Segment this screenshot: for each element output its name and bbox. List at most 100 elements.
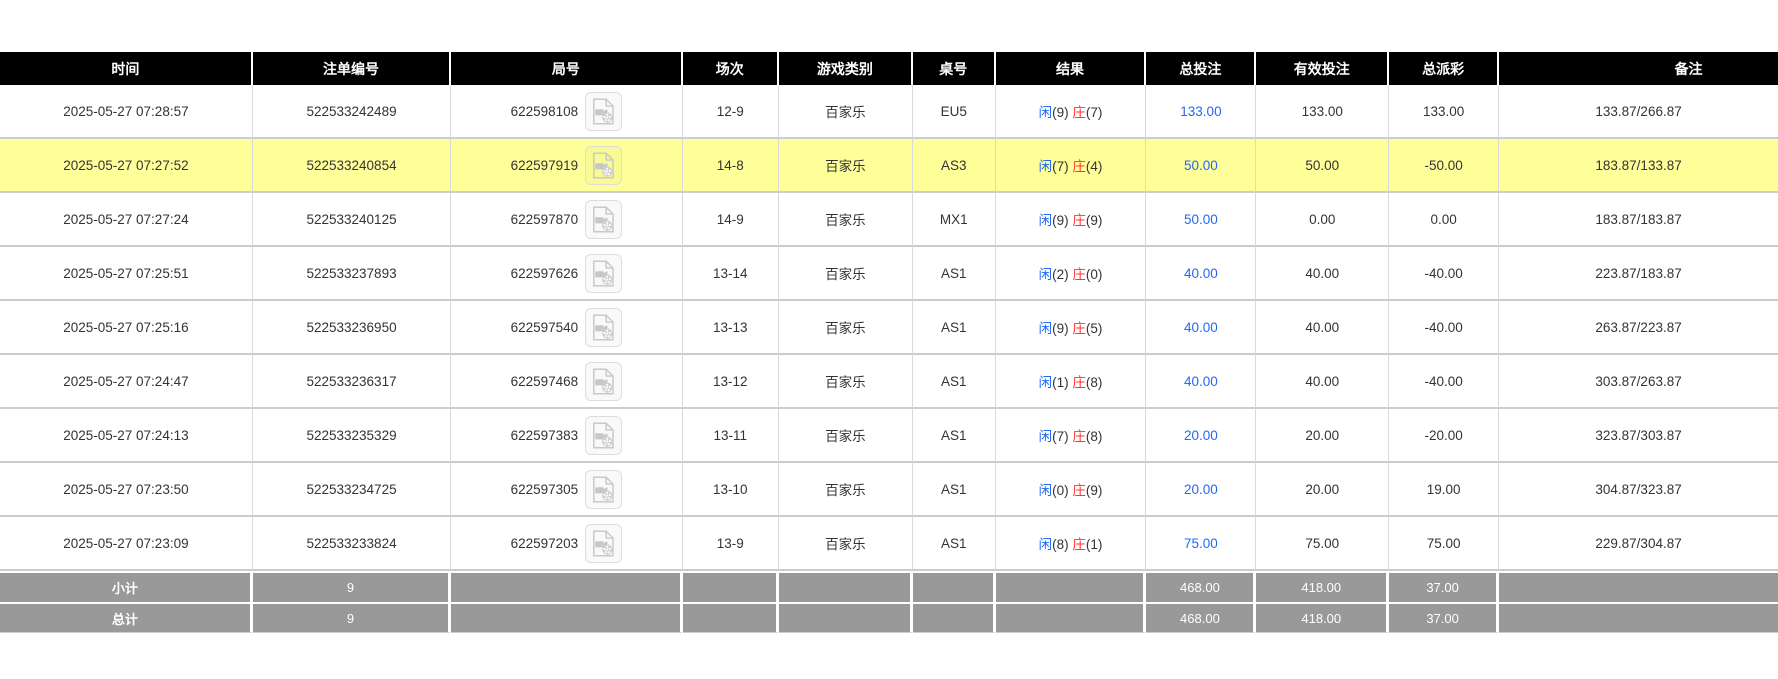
cell-round: 622597919 bbox=[451, 139, 682, 193]
cell-result: 闲(2) 庄(0) bbox=[996, 247, 1147, 301]
player-result-label: 闲 bbox=[1039, 159, 1053, 174]
cell-remark: 183.87/183.87 bbox=[1499, 193, 1778, 247]
cell-valid-bet: 133.00 bbox=[1256, 85, 1389, 139]
round-number: 622597540 bbox=[511, 320, 579, 335]
video-replay-button[interactable] bbox=[585, 524, 622, 563]
banker-result-label: 庄 bbox=[1072, 375, 1086, 390]
banker-result-label: 庄 bbox=[1072, 213, 1086, 228]
cell-payout: 0.00 bbox=[1389, 193, 1499, 247]
total-bet-link[interactable]: 20.00 bbox=[1184, 482, 1218, 497]
summary-count: 9 bbox=[253, 602, 451, 633]
summary-empty-game-type bbox=[779, 571, 913, 602]
table-row: 2025-05-27 07:27:52522533240854622597919… bbox=[0, 139, 1778, 193]
cell-result: 闲(9) 庄(7) bbox=[996, 85, 1147, 139]
cell-payout: -20.00 bbox=[1389, 409, 1499, 463]
table-row: 2025-05-27 07:25:51522533237893622597626… bbox=[0, 247, 1778, 301]
total-bet-link[interactable]: 50.00 bbox=[1184, 212, 1218, 227]
total-bet-link[interactable]: 40.00 bbox=[1184, 374, 1218, 389]
cell-round: 622597626 bbox=[451, 247, 682, 301]
round-number: 622597305 bbox=[511, 482, 579, 497]
video-replay-icon bbox=[591, 476, 616, 503]
video-replay-button[interactable] bbox=[585, 254, 622, 293]
video-replay-icon bbox=[591, 206, 616, 233]
summary-payout: 37.00 bbox=[1389, 571, 1499, 602]
player-result-score: (9) bbox=[1052, 213, 1069, 228]
video-replay-button[interactable] bbox=[585, 200, 622, 239]
player-result-label: 闲 bbox=[1039, 213, 1053, 228]
subtotal-row: 小计9468.00418.0037.00 bbox=[0, 571, 1778, 602]
col-header-table-no: 桌号 bbox=[913, 52, 996, 85]
video-replay-button[interactable] bbox=[585, 146, 622, 185]
video-replay-icon bbox=[591, 314, 616, 341]
cell-session: 13-9 bbox=[683, 517, 779, 571]
cell-game-type: 百家乐 bbox=[779, 301, 913, 355]
cell-bet-id: 522533236317 bbox=[253, 355, 451, 409]
cell-total-bet: 40.00 bbox=[1146, 355, 1256, 409]
total-bet-link[interactable]: 50.00 bbox=[1184, 158, 1218, 173]
total-bet-link[interactable]: 40.00 bbox=[1184, 320, 1218, 335]
video-replay-button[interactable] bbox=[585, 308, 622, 347]
col-header-session: 场次 bbox=[683, 52, 779, 85]
player-result-score: (7) bbox=[1052, 159, 1069, 174]
banker-result-label: 庄 bbox=[1072, 321, 1086, 336]
video-replay-button[interactable] bbox=[585, 362, 622, 401]
cell-result: 闲(1) 庄(8) bbox=[996, 355, 1147, 409]
cell-game-type: 百家乐 bbox=[779, 409, 913, 463]
banker-result-score: (9) bbox=[1086, 213, 1103, 228]
cell-table-no: AS3 bbox=[913, 139, 996, 193]
cell-game-type: 百家乐 bbox=[779, 139, 913, 193]
cell-total-bet: 40.00 bbox=[1146, 301, 1256, 355]
player-result-label: 闲 bbox=[1039, 483, 1053, 498]
round-number: 622597383 bbox=[511, 428, 579, 443]
total-bet-link[interactable]: 133.00 bbox=[1180, 104, 1221, 119]
cell-game-type: 百家乐 bbox=[779, 85, 913, 139]
cell-payout: 133.00 bbox=[1389, 85, 1499, 139]
cell-result: 闲(9) 庄(5) bbox=[996, 301, 1147, 355]
total-bet-link[interactable]: 75.00 bbox=[1184, 536, 1218, 551]
cell-session: 13-10 bbox=[683, 463, 779, 517]
player-result-label: 闲 bbox=[1039, 537, 1053, 552]
summary-count: 9 bbox=[253, 571, 451, 602]
cell-bet-id: 522533237893 bbox=[253, 247, 451, 301]
summary-remark bbox=[1499, 571, 1778, 602]
cell-bet-id: 522533240854 bbox=[253, 139, 451, 193]
player-result-score: (9) bbox=[1052, 105, 1069, 120]
cell-table-no: AS1 bbox=[913, 409, 996, 463]
video-replay-button[interactable] bbox=[585, 470, 622, 509]
cell-game-type: 百家乐 bbox=[779, 355, 913, 409]
video-replay-icon bbox=[591, 530, 616, 557]
video-replay-button[interactable] bbox=[585, 92, 622, 131]
cell-total-bet: 75.00 bbox=[1146, 517, 1256, 571]
cell-game-type: 百家乐 bbox=[779, 463, 913, 517]
table-body: 2025-05-27 07:28:57522533242489622598108… bbox=[0, 85, 1778, 571]
round-number: 622597870 bbox=[511, 212, 579, 227]
cell-session: 12-9 bbox=[683, 85, 779, 139]
cell-remark: 223.87/183.87 bbox=[1499, 247, 1778, 301]
cell-time: 2025-05-27 07:23:09 bbox=[0, 517, 253, 571]
cell-session: 13-11 bbox=[683, 409, 779, 463]
video-replay-button[interactable] bbox=[585, 416, 622, 455]
cell-round: 622598108 bbox=[451, 85, 682, 139]
cell-time: 2025-05-27 07:27:52 bbox=[0, 139, 253, 193]
cell-game-type: 百家乐 bbox=[779, 247, 913, 301]
col-header-payout: 总派彩 bbox=[1389, 52, 1499, 85]
video-replay-icon bbox=[591, 368, 616, 395]
banker-result-label: 庄 bbox=[1072, 159, 1086, 174]
total-bet-link[interactable]: 40.00 bbox=[1184, 266, 1218, 281]
total-bet-link[interactable]: 20.00 bbox=[1184, 428, 1218, 443]
cell-total-bet: 133.00 bbox=[1146, 85, 1256, 139]
table-summary: 小计9468.00418.0037.00总计9468.00418.0037.00 bbox=[0, 571, 1778, 633]
col-header-time: 时间 bbox=[0, 52, 253, 85]
cell-session: 14-8 bbox=[683, 139, 779, 193]
cell-result: 闲(0) 庄(9) bbox=[996, 463, 1147, 517]
banker-result-label: 庄 bbox=[1072, 537, 1086, 552]
round-number: 622597626 bbox=[511, 266, 579, 281]
cell-game-type: 百家乐 bbox=[779, 193, 913, 247]
cell-round: 622597383 bbox=[451, 409, 682, 463]
cell-time: 2025-05-27 07:24:47 bbox=[0, 355, 253, 409]
player-result-label: 闲 bbox=[1039, 375, 1053, 390]
banker-result-score: (9) bbox=[1086, 483, 1103, 498]
round-number: 622597468 bbox=[511, 374, 579, 389]
summary-remark bbox=[1499, 602, 1778, 633]
summary-empty-game-type bbox=[779, 602, 913, 633]
